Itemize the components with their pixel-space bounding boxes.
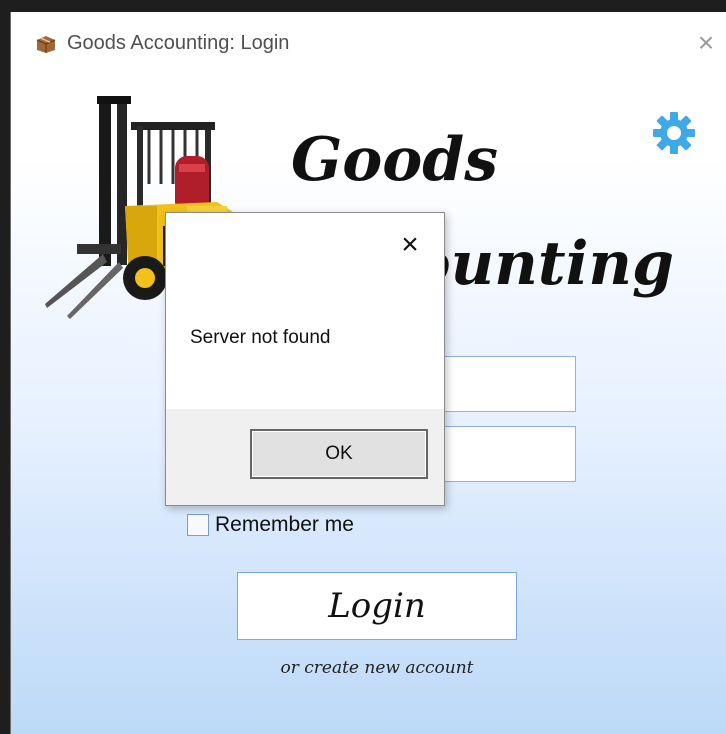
remember-me-checkbox[interactable] (187, 514, 209, 536)
login-button[interactable]: Login (237, 572, 517, 640)
remember-me-option[interactable]: Remember me (187, 510, 354, 540)
app-icon (36, 36, 56, 53)
window-close-button[interactable]: × (691, 28, 721, 58)
title-bar: Goods Accounting: Login × (11, 12, 726, 74)
remember-me-label: Remember me (215, 513, 354, 536)
settings-gear-icon[interactable] (651, 110, 697, 156)
create-account-link[interactable]: or create new account (237, 658, 517, 678)
window-title: Goods Accounting: Login (67, 32, 290, 54)
error-dialog: × Server not found OK (165, 212, 445, 506)
dialog-footer: OK (166, 409, 444, 505)
dialog-close-button[interactable]: × (392, 227, 428, 263)
ok-button[interactable]: OK (250, 429, 428, 479)
dialog-message: Server not found (190, 327, 331, 348)
app-title-line1: Goods (291, 125, 499, 195)
